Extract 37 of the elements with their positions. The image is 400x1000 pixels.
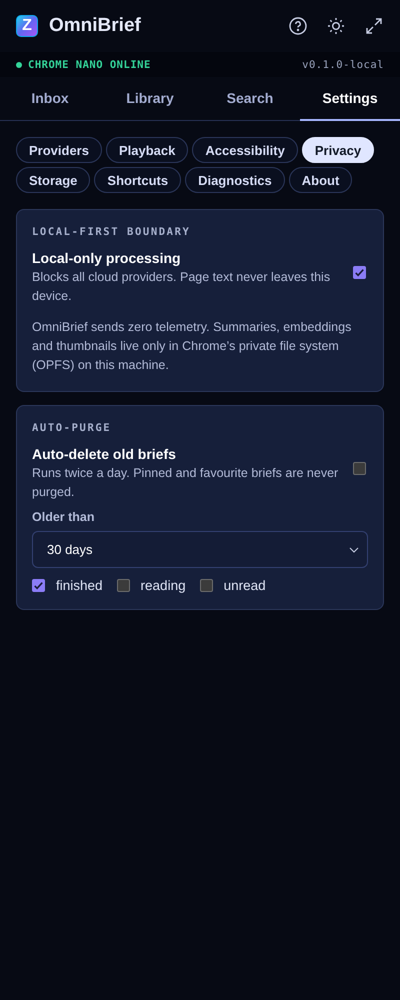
help-icon[interactable] [288,16,308,36]
setting-title: Local-only processing [32,250,182,266]
checkbox[interactable] [200,579,213,592]
section-chip[interactable]: About [288,167,352,193]
section-chip[interactable]: Accessibility [192,137,298,163]
checkbox[interactable] [353,266,366,279]
section-chip[interactable]: Shortcuts [94,167,182,193]
expand-icon[interactable] [364,16,384,36]
checkbox-label: reading [140,578,186,593]
app-title: OmniBrief [49,15,142,37]
nav-tab[interactable]: Search [200,77,300,121]
setting-title: Auto-delete old briefs [32,446,177,462]
info-paragraph: OmniBrief sends zero telemetry. Summaries, embeddings and thumbnails live only in Chrome’s private file system (OPFS) on this machine. [32,319,352,374]
field-label: Older than [32,510,96,524]
nav-tab[interactable]: Inbox [0,77,100,121]
checkbox-label: unread [224,578,266,593]
nav-tab[interactable]: Settings [300,77,400,121]
card-heading: AUTO-PURGE [32,422,112,434]
checkbox[interactable] [116,579,130,592]
nav-tab[interactable]: Library [100,77,200,121]
section-chip[interactable]: Diagnostics [185,167,285,193]
section-chip[interactable]: Providers [16,137,102,163]
section-chip[interactable]: Privacy [302,137,374,163]
sun-icon[interactable] [326,16,346,36]
status-text: CHROME NANO ONLINE [28,58,152,70]
section-chip[interactable]: Storage [16,167,90,193]
checkbox[interactable] [353,462,366,475]
section-chip[interactable]: Playback [106,137,188,163]
setting-description: Blocks all cloud providers. Page text never leaves this device. [32,269,332,305]
app-logo: Z [16,15,38,37]
version-label: v0.1.0-local [302,58,384,70]
chevron-icon [349,546,359,552]
setting-description: Runs twice a day. Pinned and favourite briefs are never purged. [32,465,340,501]
select-field[interactable]: 30 days [32,531,368,568]
card-heading: LOCAL-FIRST BOUNDARY [32,226,192,238]
checkbox-label: finished [56,578,103,593]
checkbox[interactable] [32,579,45,592]
